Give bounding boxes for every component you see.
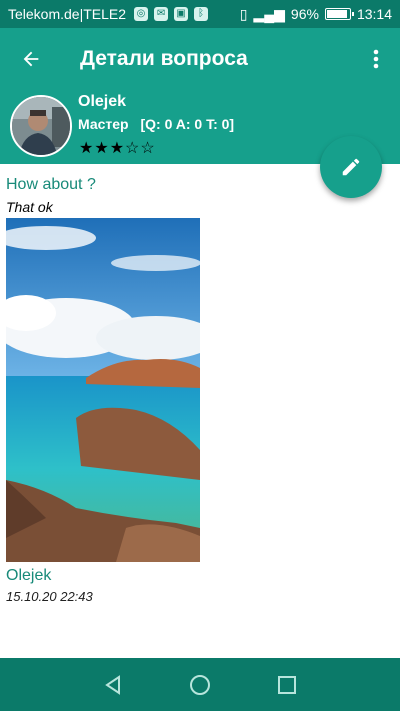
user-stats: [Q: 0 A: 0 T: 0]	[140, 116, 235, 132]
question-date: 15.10.20 22:43	[6, 589, 93, 604]
notification-icons: ◎ ✉ ▣ ᛒ	[134, 7, 209, 21]
question-author[interactable]: Olejek	[6, 567, 51, 585]
nav-home-button[interactable]	[180, 665, 220, 705]
app-bar: Детали вопроса	[0, 28, 400, 90]
system-nav-bar	[0, 658, 400, 711]
seascape-image	[6, 218, 200, 562]
question-body: That ok	[6, 199, 53, 215]
square-recents-icon	[277, 675, 296, 694]
pencil-icon	[342, 158, 360, 176]
arrow-left-icon	[23, 51, 39, 67]
message-icon: ✉	[154, 7, 169, 21]
overflow-menu-button[interactable]	[352, 28, 400, 90]
carrier-label: Telekom.de|TELE2	[8, 6, 127, 22]
app-icon: ◎	[134, 7, 149, 21]
nav-recents-button[interactable]	[267, 665, 307, 705]
circle-home-icon	[189, 674, 210, 695]
bluetooth-icon: ᛒ	[194, 7, 209, 21]
user-rank-line: Мастер [Q: 0 A: 0 T: 0]	[78, 116, 234, 132]
battery-icon	[324, 8, 354, 20]
gallery-icon: ▣	[174, 7, 189, 21]
back-button[interactable]	[0, 28, 62, 90]
more-vertical-icon	[373, 49, 379, 69]
avatar[interactable]	[10, 95, 72, 157]
vibrate-icon: ▯	[239, 5, 248, 22]
status-bar: Telekom.de|TELE2 ◎ ✉ ▣ ᛒ ▯ ▂▄▆ 96% 13:14	[0, 0, 400, 28]
battery-percent: 96%	[290, 6, 319, 22]
signal-icon: ▂▄▆	[253, 5, 285, 22]
avatar-photo	[12, 97, 70, 155]
question-content: How about ? That ok Olejek 15.10.20 22:4…	[0, 164, 400, 658]
triangle-back-icon	[105, 674, 121, 695]
page-title: Детали вопроса	[80, 47, 248, 70]
rating-stars: ★★★☆☆	[79, 140, 156, 157]
question-image[interactable]	[6, 218, 200, 562]
user-name: Olejek	[78, 93, 127, 110]
nav-back-button[interactable]	[93, 665, 133, 705]
edit-button[interactable]	[320, 136, 382, 198]
battery-fill	[326, 10, 347, 18]
question-title: How about ?	[6, 176, 96, 193]
user-rank: Мастер	[78, 116, 129, 132]
status-right: ▯ ▂▄▆ 96% 13:14	[240, 6, 392, 23]
clock: 13:14	[356, 6, 392, 22]
